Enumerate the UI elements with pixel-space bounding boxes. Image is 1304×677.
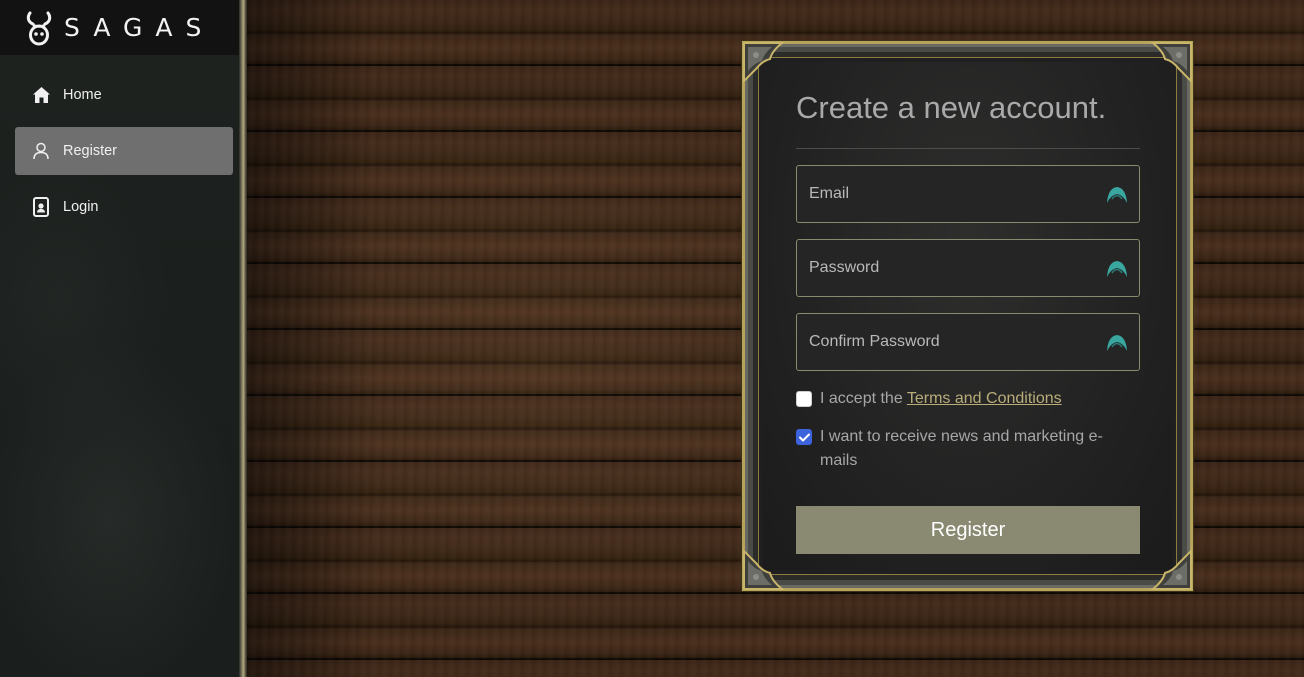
terms-label: I accept the Terms and Conditions <box>820 387 1062 411</box>
frame-corner-ornament-icon <box>1150 42 1192 84</box>
page-title: Create a new account. <box>796 90 1107 125</box>
horned-skull-icon <box>26 11 52 46</box>
home-icon <box>31 85 51 105</box>
brand-name: SAGAS <box>64 13 215 42</box>
marketing-label: I want to receive news and marketing e-m… <box>820 428 1103 469</box>
sidebar-item-label: Login <box>63 199 99 215</box>
frame-corner-ornament-icon <box>743 548 785 590</box>
sidebar-item-register[interactable]: Register <box>15 127 233 175</box>
terms-row: I accept the Terms and Conditions <box>796 387 1140 411</box>
password-manager-icon[interactable] <box>1106 333 1128 353</box>
register-button[interactable]: Register <box>796 506 1140 554</box>
password-manager-icon[interactable] <box>1106 259 1128 279</box>
marketing-row: I want to receive news and marketing e-m… <box>796 425 1140 473</box>
logo-bar: SAGAS <box>0 0 239 55</box>
frame-corner-ornament-icon <box>743 42 785 84</box>
frame-corner-ornament-icon <box>1150 548 1192 590</box>
checkmark-icon <box>798 433 810 441</box>
terms-label-prefix: I accept the <box>820 390 907 407</box>
confirm-password-field-wrapper <box>796 313 1140 371</box>
sidebar-item-label: Home <box>63 87 102 103</box>
sidebar-item-label: Register <box>63 143 117 159</box>
terms-checkbox[interactable] <box>796 391 812 407</box>
password-manager-icon[interactable] <box>1106 185 1128 205</box>
user-icon <box>31 141 51 161</box>
sidebar-item-home[interactable]: Home <box>15 71 233 119</box>
confirm-password-input[interactable] <box>797 314 1139 370</box>
register-form: Create a new account. I accept the Terms… <box>796 90 1140 554</box>
sidebar-item-login[interactable]: Login <box>15 183 233 231</box>
password-input[interactable] <box>797 240 1139 296</box>
terms-link[interactable]: Terms and Conditions <box>907 390 1062 407</box>
password-field-wrapper <box>796 239 1140 297</box>
sidebar: SAGAS Home Register Login <box>0 0 247 677</box>
marketing-checkbox[interactable] <box>796 429 812 445</box>
divider <box>796 148 1140 149</box>
id-badge-icon <box>31 197 51 217</box>
email-field-wrapper <box>796 165 1140 223</box>
sidebar-nav: Home Register Login <box>15 71 233 239</box>
email-input[interactable] <box>797 166 1139 222</box>
